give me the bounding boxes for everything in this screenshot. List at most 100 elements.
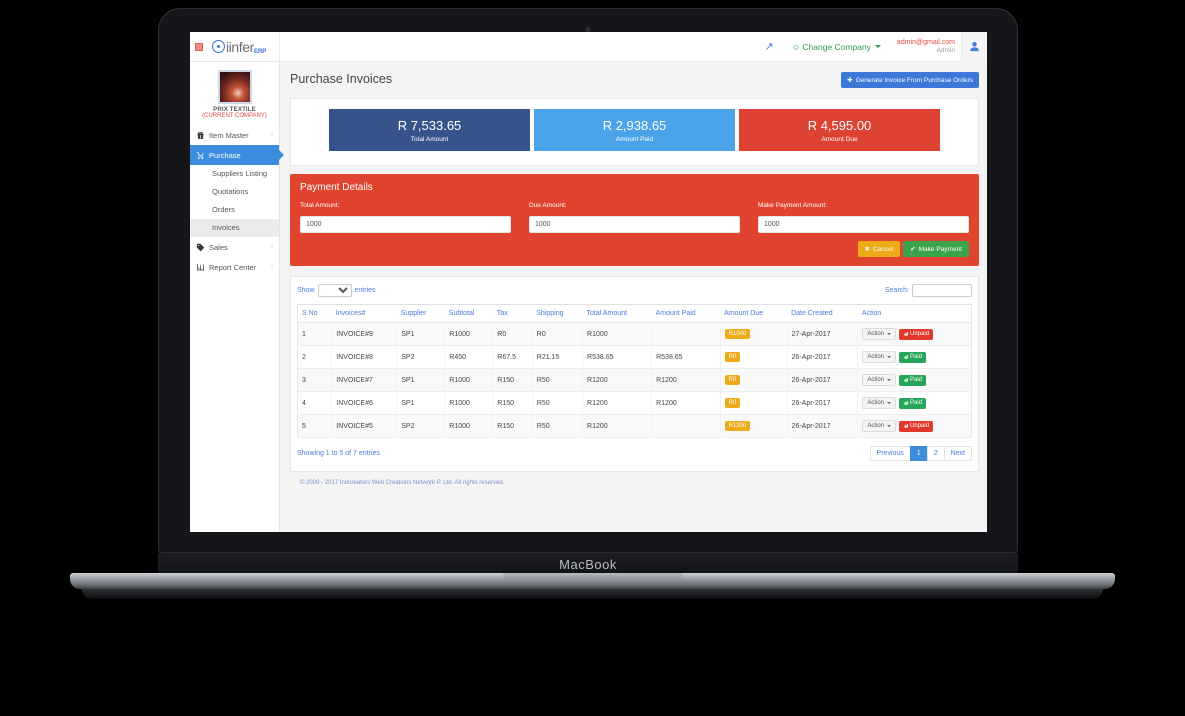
chevron-right-icon: ›: [271, 132, 273, 138]
chevron-down-icon: [887, 356, 892, 358]
cell-total: R538.65: [582, 345, 652, 369]
action-dropdown-button[interactable]: Action: [862, 351, 897, 363]
action-dropdown-button[interactable]: Action: [862, 374, 897, 386]
action-dropdown-button[interactable]: Action: [862, 397, 897, 409]
page-title: Purchase Invoices: [290, 72, 393, 86]
pagination-page-1[interactable]: 1: [909, 446, 928, 461]
sidebar-item-orders[interactable]: Orders: [190, 201, 279, 219]
cell-subtotal: R1000: [444, 368, 493, 392]
table-row[interactable]: 4 INVOICE#6 SP1 R1000 R150 R50 R1200 R12…: [296, 391, 972, 415]
column-header-subtotal[interactable]: Subtotal: [444, 304, 493, 323]
cell-shipping: R0: [531, 322, 583, 346]
sidebar-item-sales[interactable]: Sales ›: [190, 237, 279, 257]
sidebar-menu: Item Master › Purchase Suppliers Listing…: [190, 125, 279, 277]
sidebar-item-suppliers-listing[interactable]: Suppliers Listing: [190, 165, 279, 183]
sidebar-submenu-purchase: Suppliers Listing Quotations Orders Invo…: [190, 165, 279, 237]
column-header-supplier[interactable]: Supplier: [396, 304, 445, 323]
column-header-shipping[interactable]: Shipping: [532, 304, 583, 323]
pagination-next[interactable]: Next: [943, 446, 972, 461]
due-amount-input[interactable]: [529, 216, 740, 233]
body-wrapper: PRIX TEXTILE (CURRENT COMPANY) Item Mast…: [190, 62, 987, 532]
action-dropdown-button[interactable]: Action: [862, 420, 897, 432]
table-row[interactable]: 1 INVOICE#9 SP1 R1000 R0 R0 R1000 R1000: [296, 322, 972, 346]
due-amount-label: Due Amount:: [529, 202, 567, 209]
table-footer: Showing 1 to 5 of 7 entries Previous 1 2…: [297, 446, 972, 461]
sidebar-item-purchase-wrap: Purchase Suppliers Listing Quotations Or…: [190, 145, 279, 237]
status-badge[interactable]: Paid: [899, 397, 927, 409]
cell-subtotal: R1000: [444, 391, 493, 415]
make-payment-amount-input[interactable]: [758, 216, 969, 233]
user-info[interactable]: admin@gmail.com Admin: [889, 39, 961, 55]
search-input[interactable]: [912, 284, 972, 297]
action-dropdown-button[interactable]: Action: [862, 328, 897, 340]
pagination-previous[interactable]: Previous: [869, 446, 911, 461]
column-header-sno[interactable]: S.No: [296, 304, 332, 323]
status-badge[interactable]: Paid: [899, 351, 927, 363]
table-row[interactable]: 2 INVOICE#8 SP2 R450 R67.5 R21.15 R538.6…: [296, 345, 972, 369]
sidebar-item-report-center[interactable]: Report Center ›: [190, 257, 279, 277]
total-amount-label: Total Amount:: [300, 202, 340, 209]
table-row[interactable]: 3 INVOICE#7 SP1 R1000 R150 R50 R1200 R12…: [296, 368, 972, 392]
cell-due: R1000: [719, 322, 788, 346]
column-header-tax[interactable]: Tax: [492, 304, 533, 323]
column-header-due[interactable]: Amount Due: [720, 304, 788, 323]
power-icon: [904, 377, 909, 382]
make-payment-button[interactable]: ✔ Make Payment: [903, 241, 969, 257]
show-label: Show: [297, 287, 315, 294]
generate-invoice-label: Generate Invoice From Purchase Orders: [855, 76, 973, 84]
user-icon: [970, 41, 979, 52]
cell-shipping: R50: [531, 414, 583, 438]
cell-invoice: INVOICE#5: [331, 414, 397, 438]
column-header-invoices[interactable]: Invoices#: [331, 304, 397, 323]
make-payment-label: Make Payment: [918, 245, 962, 253]
column-header-paid[interactable]: Amount Paid: [651, 304, 721, 323]
total-amount-input[interactable]: [300, 216, 511, 233]
cell-supplier: SP1: [396, 322, 445, 346]
cell-date: 26-Apr-2017: [786, 414, 858, 438]
cell-due: R0: [719, 391, 788, 415]
amount-due-badge: R0: [724, 375, 741, 385]
sidebar-item-quotations[interactable]: Quotations: [190, 183, 279, 201]
cell-total: R1000: [582, 322, 652, 346]
sidebar-toggle-button[interactable]: [190, 42, 208, 51]
amount-due-badge: R1000: [724, 329, 751, 339]
expand-arrows-icon[interactable]: ↗: [755, 40, 784, 53]
generate-invoice-button[interactable]: ✚ Generate Invoice From Purchase Orders: [841, 72, 979, 88]
cell-shipping: R50: [531, 391, 583, 415]
pagination-page-2[interactable]: 2: [926, 446, 945, 461]
status-label: Unpaid: [910, 423, 930, 429]
entries-select[interactable]: [317, 284, 352, 297]
summary-card-total: R 7,533.65 Total Amount: [329, 109, 530, 151]
status-badge[interactable]: Unpaid: [899, 328, 934, 340]
sidebar-item-purchase[interactable]: Purchase: [190, 145, 279, 165]
avatar[interactable]: [961, 32, 987, 62]
cell-date: 26-Apr-2017: [786, 391, 858, 415]
show-entries-control: Show entries: [297, 284, 376, 297]
table-info: Showing 1 to 5 of 7 entries: [297, 450, 380, 457]
plus-icon: ✚: [847, 77, 853, 84]
current-company-block: PRIX TEXTILE (CURRENT COMPANY): [190, 62, 279, 125]
column-header-date[interactable]: Date Created: [787, 304, 858, 323]
hamburger-icon: [195, 42, 203, 51]
total-amount-field-group: Total Amount:: [300, 202, 511, 233]
status-badge[interactable]: Paid: [899, 374, 927, 386]
cell-supplier: SP2: [396, 345, 445, 369]
sidebar-item-label: Item Master: [209, 130, 249, 140]
column-header-action[interactable]: Action: [857, 304, 972, 323]
cell-supplier: SP1: [396, 368, 445, 392]
cancel-button[interactable]: ✖ Cancel: [857, 241, 901, 257]
change-company-button[interactable]: ☺ Change Company: [784, 42, 889, 52]
cell-invoice: INVOICE#9: [331, 322, 397, 346]
page-header: Purchase Invoices ✚ Generate Invoice Fro…: [290, 72, 979, 88]
column-header-total[interactable]: Total Amount: [582, 304, 652, 323]
status-badge[interactable]: Unpaid: [899, 420, 934, 432]
smiley-icon: ☺: [791, 41, 801, 52]
sidebar-item-invoices[interactable]: Invoices: [190, 219, 279, 237]
table-row[interactable]: 5 INVOICE#5 SP2 R1000 R150 R50 R1200 R12…: [296, 414, 972, 438]
gift-icon: [196, 131, 209, 140]
payment-fields-row: Total Amount: Due Amount: Make Payment A…: [300, 202, 969, 233]
cell-paid: [651, 414, 721, 438]
sidebar-item-item-master[interactable]: Item Master ›: [190, 125, 279, 145]
brand-logo[interactable]: iinfer ERP: [208, 32, 280, 62]
cell-sno: 1: [296, 322, 332, 346]
